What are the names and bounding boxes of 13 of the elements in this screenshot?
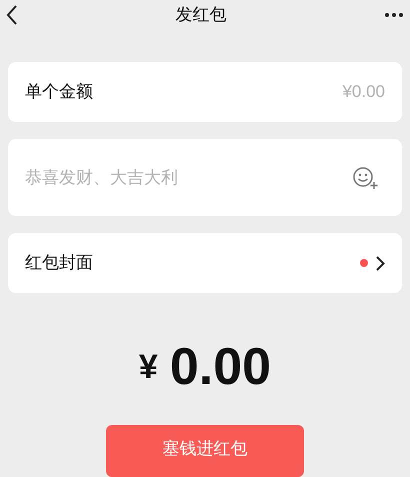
more-icon[interactable] <box>384 12 404 18</box>
amount-input[interactable]: ¥0.00 <box>265 79 385 105</box>
emoji-add-icon[interactable] <box>352 166 380 190</box>
back-icon[interactable] <box>6 5 18 25</box>
currency-symbol: ¥ <box>138 346 158 388</box>
greeting-field[interactable]: 恭喜发财、大吉大利 <box>8 139 402 216</box>
amount-field[interactable]: 单个金额 ¥0.00 <box>8 62 402 122</box>
chevron-right-icon <box>376 256 385 270</box>
total-amount: 0.00 <box>170 341 272 393</box>
cover-row[interactable]: 红包封面 <box>8 233 402 293</box>
cover-label: 红包封面 <box>25 252 93 274</box>
page-title: 发红包 <box>176 4 226 26</box>
amount-label: 单个金额 <box>25 81 93 104</box>
